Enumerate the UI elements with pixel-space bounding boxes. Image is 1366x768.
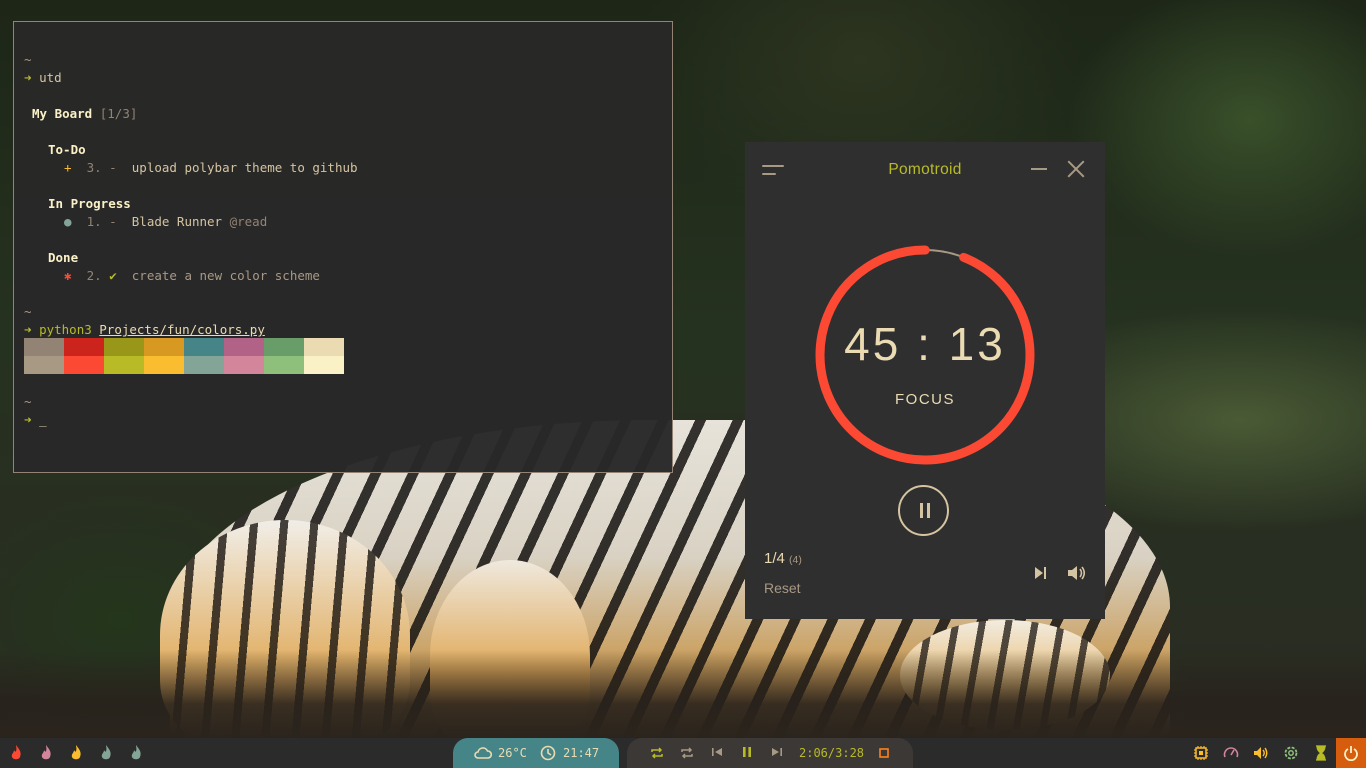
swatch-normal (184, 338, 224, 356)
timer-display: 45 : 13 (844, 318, 1006, 370)
weather-clock-module[interactable]: 26°C 21:47 (453, 738, 619, 768)
task-text: create a new color scheme (131, 268, 320, 283)
round-counter: 1/4 (4) (764, 550, 802, 567)
swatch-normal (304, 338, 344, 356)
swatch-normal (24, 338, 64, 356)
terminal-window[interactable]: ~ ➜ utd My Board [1/3] To-Do + 3. - uplo… (13, 21, 673, 473)
shuffle-icon[interactable] (680, 746, 694, 760)
color-swatch (184, 338, 224, 374)
timer-phase-label: FOCUS (895, 391, 955, 408)
prompt-arrow: ➜ (24, 322, 32, 337)
swatch-normal (264, 338, 304, 356)
section-done: Done (48, 250, 79, 265)
speedometer-icon[interactable] (1223, 744, 1239, 762)
settings-icon[interactable] (1283, 744, 1299, 762)
color-swatch (264, 338, 304, 374)
swatch-bright (64, 356, 104, 374)
swatch-bright (104, 356, 144, 374)
workspace-flame-icon[interactable] (38, 744, 54, 762)
swatch-normal (104, 338, 144, 356)
clock-icon (540, 745, 556, 761)
workspace-flame-icon[interactable] (68, 744, 84, 762)
dot-icon: ● (64, 214, 72, 229)
pomotroid-window: Pomotroid 45 : 13 FOCUS 1/4 (4) Reset (745, 142, 1105, 619)
media-module: 2:06/3:28 (627, 738, 913, 768)
command-text: python3 (39, 322, 92, 337)
clock-time: 21:47 (563, 746, 600, 760)
app-title: Pomotroid (888, 161, 962, 178)
prompt-tilde: ~ (24, 304, 32, 319)
pause-icon[interactable] (741, 746, 753, 758)
task-item: + 3. - upload polybar theme to github (64, 159, 358, 177)
task-number: 3. - (86, 160, 117, 175)
task-number: 2. (86, 268, 102, 283)
power-icon (1344, 746, 1358, 761)
status-bar: 26°C 21:47 2:06/3:28 (0, 738, 1366, 768)
workspace-flame-icon[interactable] (98, 744, 114, 762)
section-todo: To-Do (48, 142, 86, 157)
wallpaper-ground (0, 650, 1366, 738)
command-text: utd (39, 70, 62, 85)
previous-track-icon[interactable] (711, 746, 723, 758)
prompt-tilde: ~ (24, 394, 32, 409)
swatch-normal (224, 338, 264, 356)
task-item: ● 1. - Blade Runner @read (64, 213, 267, 231)
board-heading: My Board [1/3] (32, 105, 137, 123)
volume-icon[interactable] (1067, 564, 1087, 582)
section-in-progress: In Progress (48, 196, 131, 211)
close-icon[interactable] (1067, 160, 1085, 178)
color-palette (24, 338, 344, 374)
board-title: My Board (32, 106, 93, 121)
minimize-icon[interactable] (1031, 168, 1047, 170)
skip-icon[interactable] (1032, 565, 1048, 581)
swatch-bright (144, 356, 184, 374)
stop-icon[interactable] (879, 748, 889, 758)
round-total: (4) (789, 554, 802, 566)
cpu-icon[interactable] (1193, 744, 1209, 762)
task-item: ✱ 2. ✔ create a new color scheme (64, 267, 320, 285)
swatch-normal (64, 338, 104, 356)
prompt-line: ➜ python3 Projects/fun/colors.py (24, 321, 265, 339)
swatch-bright (264, 356, 304, 374)
hourglass-icon[interactable] (1313, 744, 1329, 762)
check-icon: ✔ (109, 268, 117, 283)
color-swatch (144, 338, 184, 374)
board-count: [1/3] (99, 106, 138, 121)
next-track-icon[interactable] (771, 746, 783, 758)
color-swatch (24, 338, 64, 374)
workspace-flame-icon[interactable] (128, 744, 144, 762)
prompt-arrow: ➜ (24, 412, 32, 427)
color-swatch (304, 338, 344, 374)
prompt-tilde: ~ (24, 52, 32, 67)
track-progress: 2:06/3:28 (799, 746, 865, 760)
task-text: upload polybar theme to github (131, 160, 358, 175)
text-cursor: _ (39, 412, 47, 427)
task-text: Blade Runner (131, 214, 223, 229)
task-tag: @read (229, 214, 268, 229)
reset-button[interactable]: Reset (764, 580, 801, 596)
cloud-icon (474, 747, 492, 759)
swatch-normal (144, 338, 184, 356)
pause-button[interactable] (898, 485, 949, 536)
star-icon: ✱ (64, 268, 72, 283)
task-number: 1. - (86, 214, 117, 229)
prompt-arrow: ➜ (24, 70, 32, 85)
color-swatch (224, 338, 264, 374)
swatch-bright (184, 356, 224, 374)
pause-icon (920, 503, 923, 518)
swatch-bright (304, 356, 344, 374)
plus-icon: + (64, 160, 72, 175)
swatch-bright (224, 356, 264, 374)
color-swatch (64, 338, 104, 374)
prompt-line[interactable]: ➜ _ (24, 411, 47, 429)
workspace-flame-icon[interactable] (8, 744, 24, 762)
command-argument: Projects/fun/colors.py (99, 322, 265, 337)
prompt-line: ➜ utd (24, 69, 62, 87)
color-swatch (104, 338, 144, 374)
volume-icon[interactable] (1253, 744, 1269, 762)
power-button[interactable] (1336, 738, 1366, 768)
temperature: 26°C (498, 746, 527, 760)
repeat-icon[interactable] (650, 746, 664, 760)
swatch-bright (24, 356, 64, 374)
